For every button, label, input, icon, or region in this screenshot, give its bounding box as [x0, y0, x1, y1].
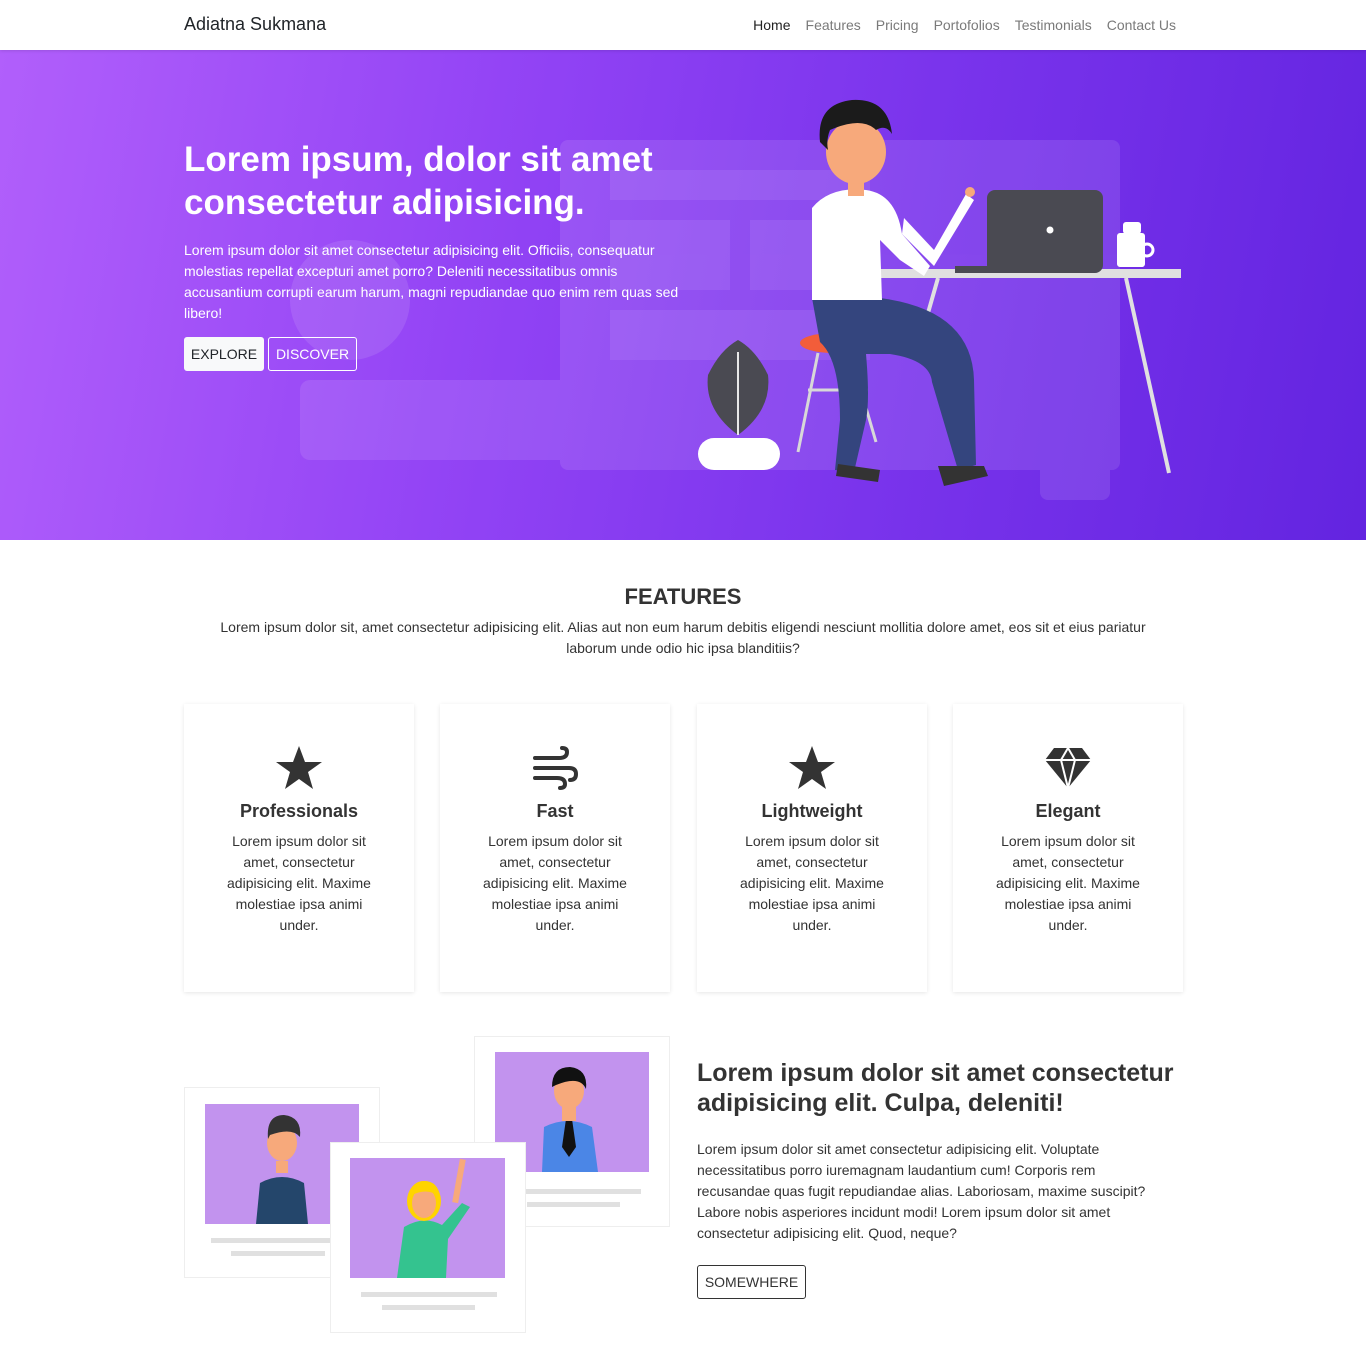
feature-card-fast: Fast Lorem ipsum dolor sit amet, consect…: [440, 704, 670, 992]
team-profiles-illustration: [184, 1036, 670, 1333]
star-icon: [697, 744, 927, 792]
feature-card-title: Lightweight: [761, 801, 863, 821]
about-text: Lorem ipsum dolor sit amet consectetur a…: [697, 1141, 1146, 1241]
about-title: Lorem ipsum dolor sit amet consectetur a…: [697, 1059, 1174, 1117]
nav-link-pricing[interactable]: Pricing: [876, 17, 919, 33]
wind-icon: [440, 744, 670, 792]
feature-card-text: Lorem ipsum dolor sit amet, consectetur …: [483, 833, 627, 933]
feature-card-text: Lorem ipsum dolor sit amet, consectetur …: [996, 833, 1140, 933]
feature-card-title: Fast: [536, 801, 574, 821]
features-subtitle: Lorem ipsum dolor sit, amet consectetur …: [220, 619, 1146, 656]
nav-link-testimonials[interactable]: Testimonials: [1015, 17, 1092, 33]
hero-section: Lorem ipsum, dolor sit amet consectetur …: [0, 50, 1366, 540]
features-title: FEATURES: [624, 584, 742, 609]
nav-link-home[interactable]: Home: [753, 17, 790, 33]
nav-link-contact-us[interactable]: Contact Us: [1107, 17, 1176, 33]
nav-links: Home Features Pricing Portofolios Testim…: [753, 17, 1176, 33]
brand-logo[interactable]: Adiatna Sukmana: [184, 14, 326, 35]
navbar: Adiatna Sukmana Home Features Pricing Po…: [0, 0, 1366, 50]
feature-card-text: Lorem ipsum dolor sit amet, consectetur …: [740, 833, 884, 933]
feature-card-title: Professionals: [239, 801, 359, 821]
feature-card-professionals: Professionals Lorem ipsum dolor sit amet…: [184, 704, 414, 992]
feature-card-elegant: Elegant Lorem ipsum dolor sit amet, cons…: [953, 704, 1183, 992]
explore-button[interactable]: EXPLORE: [184, 337, 264, 371]
feature-card-text: Lorem ipsum dolor sit amet, consectetur …: [227, 833, 371, 933]
feature-card-title: Elegant: [1035, 801, 1101, 821]
hero-title: Lorem ipsum, dolor sit amet consectetur …: [184, 140, 653, 222]
discover-button[interactable]: DISCOVER: [268, 337, 357, 371]
hero-text: Lorem ipsum dolor sit amet consectetur a…: [184, 242, 679, 321]
feature-card-lightweight: Lightweight Lorem ipsum dolor sit amet, …: [697, 704, 927, 992]
somewhere-button[interactable]: SOMEWHERE: [697, 1265, 806, 1299]
star-icon: [184, 744, 414, 792]
nav-link-features[interactable]: Features: [806, 17, 861, 33]
person-at-desk-illustration: [698, 99, 1181, 486]
gem-icon: [953, 744, 1183, 792]
nav-link-portofolios[interactable]: Portofolios: [934, 17, 1000, 33]
